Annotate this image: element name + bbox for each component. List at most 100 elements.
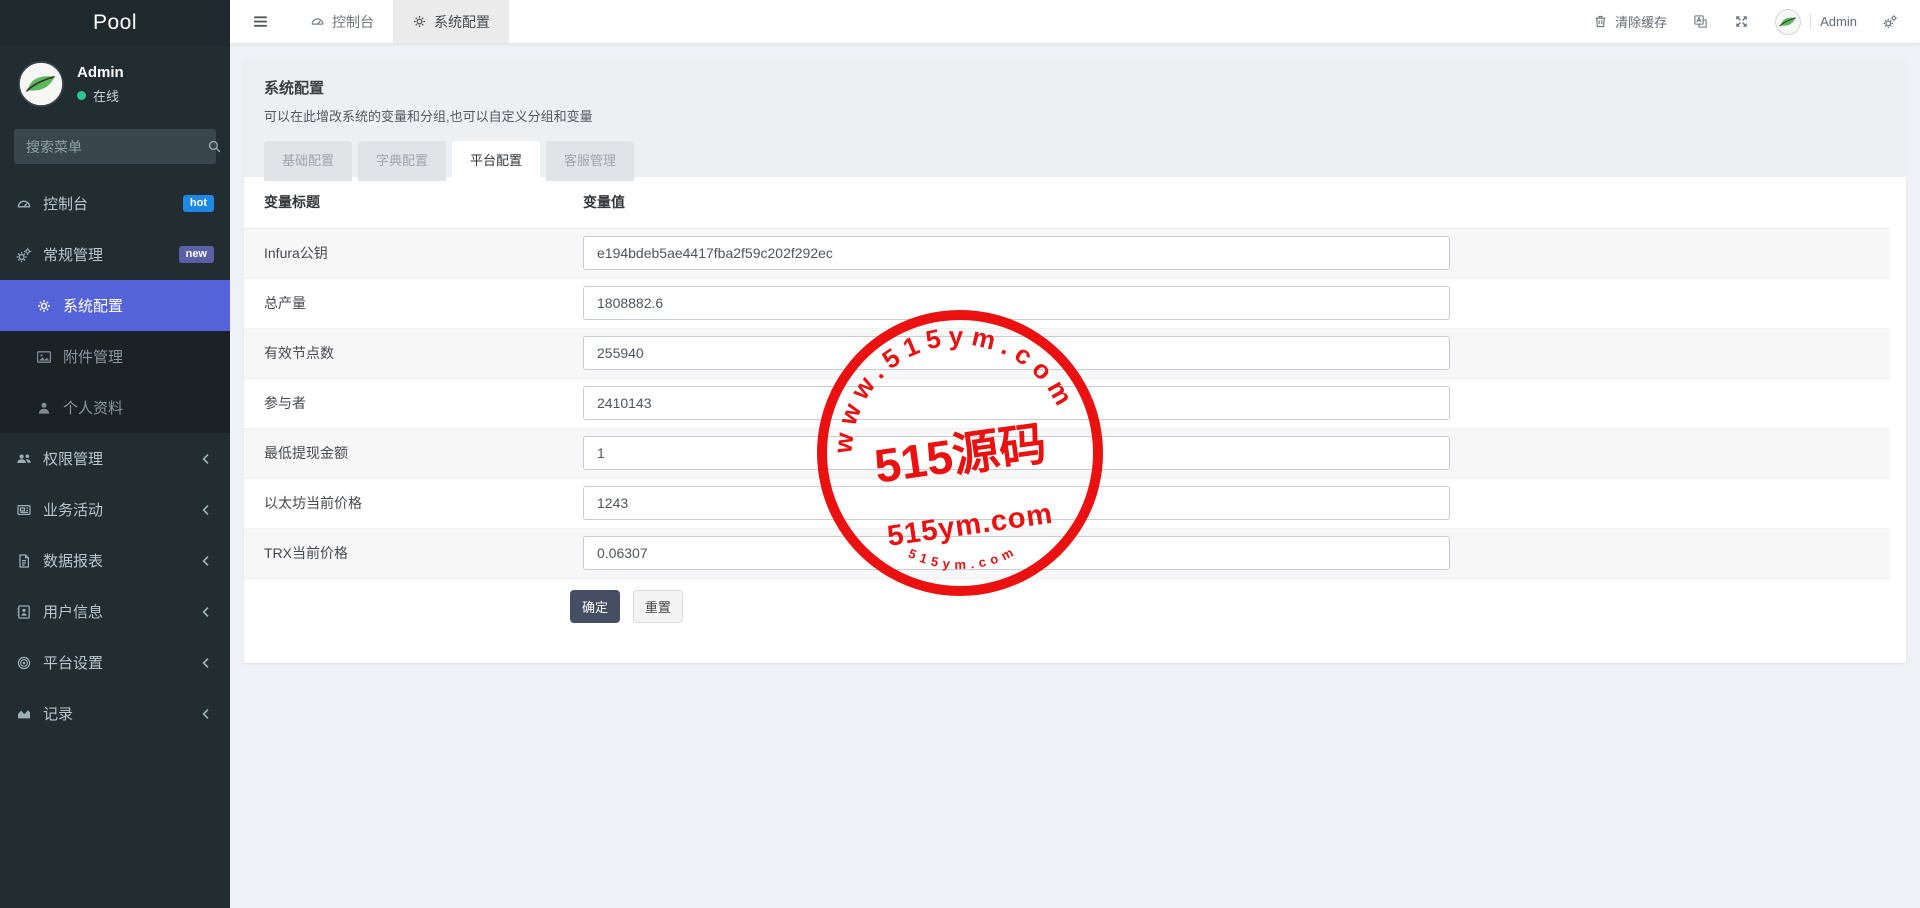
fullscreen-icon[interactable] xyxy=(1734,14,1749,29)
submit-button[interactable]: 确定 xyxy=(570,590,620,623)
clear-cache-button[interactable]: 清除缓存 xyxy=(1593,12,1667,31)
users-icon xyxy=(16,451,32,467)
table-row: Infura公钥 xyxy=(244,228,1890,278)
user-icon xyxy=(36,400,52,416)
column-header-value: 变量值 xyxy=(563,177,1890,228)
menu-toggle-icon[interactable] xyxy=(252,13,269,30)
sidebar-item-5[interactable]: 权限管理 xyxy=(0,433,230,484)
config-input-0[interactable] xyxy=(583,236,1450,270)
main-content: 系统配置 可以在此增改系统的变量和分组,也可以自定义分组和变量 基础配置字典配置… xyxy=(230,44,1920,908)
chevron-left-icon xyxy=(198,706,214,722)
gear-icon xyxy=(36,298,52,314)
app-logo: Pool xyxy=(0,0,230,46)
gear-icon xyxy=(412,14,427,29)
user-avatar xyxy=(18,61,64,107)
config-table: 变量标题 变量值 Infura公钥总产量有效节点数参与者最低提现金额以太坊当前价… xyxy=(244,177,1890,579)
user-status-label: 在线 xyxy=(93,86,119,105)
sidebar-item-2[interactable]: 系统配置 xyxy=(0,280,230,331)
config-row-label: Infura公钥 xyxy=(244,228,563,278)
chevron-left-icon xyxy=(198,451,214,467)
config-input-6[interactable] xyxy=(583,536,1450,570)
config-row-label: TRX当前价格 xyxy=(244,528,563,578)
clear-cache-label: 清除缓存 xyxy=(1615,12,1667,31)
config-row-value-cell xyxy=(563,428,1890,478)
config-tab-0[interactable]: 基础配置 xyxy=(264,141,352,181)
chevron-left-icon xyxy=(198,553,214,569)
topbar-tab-label: 控制台 xyxy=(332,12,374,32)
table-row: 最低提现金额 xyxy=(244,428,1890,478)
sidebar-item-3[interactable]: 附件管理 xyxy=(0,331,230,382)
topbar-tab-1[interactable]: 系统配置 xyxy=(393,0,509,43)
search-icon xyxy=(207,139,222,154)
config-row-label: 总产量 xyxy=(244,278,563,328)
topbar-tab-label: 系统配置 xyxy=(434,12,490,32)
panel-subtitle: 可以在此增改系统的变量和分组,也可以自定义分组和变量 xyxy=(264,106,1886,125)
config-input-2[interactable] xyxy=(583,336,1450,370)
image-icon xyxy=(36,349,52,365)
address-book-icon xyxy=(16,604,32,620)
sidebar-item-label: 用户信息 xyxy=(43,601,103,622)
chart-area-icon xyxy=(16,706,32,722)
badge-hot: hot xyxy=(183,195,214,212)
user-name: Admin xyxy=(77,64,124,81)
sidebar-item-6[interactable]: 业务活动 xyxy=(0,484,230,535)
sidebar-item-label: 业务活动 xyxy=(43,499,103,520)
topbar-actions: 清除缓存 Admin xyxy=(1593,0,1920,43)
dashboard-icon xyxy=(16,196,32,212)
reset-button[interactable]: 重置 xyxy=(633,590,683,623)
topbar-tabs: 控制台 系统配置 xyxy=(291,0,509,43)
user-menu[interactable]: Admin xyxy=(1775,9,1857,35)
config-input-5[interactable] xyxy=(583,486,1450,520)
config-row-label: 以太坊当前价格 xyxy=(244,478,563,528)
config-input-1[interactable] xyxy=(583,286,1450,320)
config-row-label: 有效节点数 xyxy=(244,328,563,378)
sidebar-item-label: 记录 xyxy=(43,703,73,724)
online-dot xyxy=(77,91,86,100)
sidebar-item-1[interactable]: 常规管理 new xyxy=(0,229,230,280)
chevron-left-icon xyxy=(198,604,214,620)
config-row-value-cell xyxy=(563,478,1890,528)
config-row-value-cell xyxy=(563,228,1890,278)
config-row-label: 最低提现金额 xyxy=(244,428,563,478)
config-row-value-cell xyxy=(563,278,1890,328)
config-row-label: 参与者 xyxy=(244,378,563,428)
sidebar-item-label: 常规管理 xyxy=(43,244,103,265)
panel-heading: 系统配置 可以在此增改系统的变量和分组,也可以自定义分组和变量 基础配置字典配置… xyxy=(244,60,1906,177)
sidebar-item-label: 权限管理 xyxy=(43,448,103,469)
bullseye-icon xyxy=(16,655,32,671)
user-avatar-small xyxy=(1775,9,1801,35)
form-actions: 确定 重置 xyxy=(244,579,1890,623)
settings-cogs-icon[interactable] xyxy=(1883,14,1898,29)
cogs-icon xyxy=(16,247,32,263)
config-tabs: 基础配置字典配置平台配置客服管理 xyxy=(264,141,1886,181)
trash-icon xyxy=(1593,14,1608,29)
config-tab-1[interactable]: 字典配置 xyxy=(358,141,446,181)
topbar-tab-0[interactable]: 控制台 xyxy=(291,0,393,43)
search-input[interactable] xyxy=(26,139,207,155)
chevron-left-icon xyxy=(198,655,214,671)
badge-new: new xyxy=(179,246,214,263)
sidebar-item-8[interactable]: 用户信息 xyxy=(0,586,230,637)
config-input-4[interactable] xyxy=(583,436,1450,470)
topbar: 控制台 系统配置 清除缓存 Admin xyxy=(230,0,1920,44)
config-panel: 系统配置 可以在此增改系统的变量和分组,也可以自定义分组和变量 基础配置字典配置… xyxy=(244,60,1906,663)
sidebar-item-9[interactable]: 平台设置 xyxy=(0,637,230,688)
sidebar-item-label: 数据报表 xyxy=(43,550,103,571)
translate-icon[interactable] xyxy=(1693,14,1708,29)
sidebar-menu: 控制台hot 常规管理 new 系统配置附件管理个人资料权限管理业务活动数据报表用户信… xyxy=(0,178,230,739)
column-header-title: 变量标题 xyxy=(244,177,563,228)
sidebar-item-label: 个人资料 xyxy=(63,397,123,418)
config-tab-3[interactable]: 客服管理 xyxy=(546,141,634,181)
sidebar-item-0[interactable]: 控制台hot xyxy=(0,178,230,229)
sidebar-item-4[interactable]: 个人资料 xyxy=(0,382,230,433)
sidebar-item-10[interactable]: 记录 xyxy=(0,688,230,739)
report-icon xyxy=(16,553,32,569)
config-tab-2[interactable]: 平台配置 xyxy=(452,141,540,181)
sidebar-item-7[interactable]: 数据报表 xyxy=(0,535,230,586)
config-row-value-cell xyxy=(563,528,1890,578)
sidebar: Pool Admin 在线 控制台hot 常规管理 new 系统配置附件管理个人资料权… xyxy=(0,0,230,908)
config-input-3[interactable] xyxy=(583,386,1450,420)
table-row: 总产量 xyxy=(244,278,1890,328)
sidebar-item-label: 附件管理 xyxy=(63,346,123,367)
table-row: TRX当前价格 xyxy=(244,528,1890,578)
